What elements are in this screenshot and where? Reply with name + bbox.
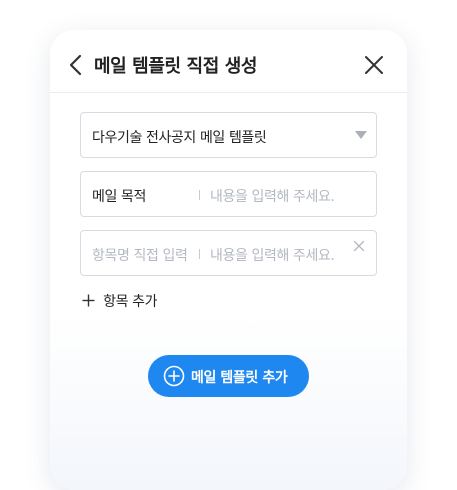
field-divider	[199, 249, 200, 259]
add-item-button[interactable]: 항목 추가	[82, 290, 157, 310]
template-select-value: 다우기술 전사공지 메일 템플릿	[92, 130, 267, 146]
template-create-dialog: 메일 템플릿 직접 생성 다우기술 전사공지 메일 템플릿 메일 목적 내용을 …	[50, 30, 407, 490]
chevron-left-icon	[69, 54, 82, 76]
item-value-input[interactable]: 내용을 입력해 주세요.	[210, 245, 335, 265]
mail-purpose-row: 메일 목적 내용을 입력해 주세요.	[80, 171, 377, 217]
add-template-button[interactable]: 메일 템플릿 추가	[148, 355, 309, 397]
mail-purpose-label: 메일 목적	[92, 189, 146, 205]
close-icon	[365, 56, 383, 74]
mail-purpose-input[interactable]: 내용을 입력해 주세요.	[210, 186, 335, 206]
add-item-label: 항목 추가	[103, 293, 158, 310]
dialog-title: 메일 템플릿 직접 생성	[94, 56, 258, 77]
dialog-header: 메일 템플릿 직접 생성	[50, 30, 407, 93]
plus-icon	[82, 294, 95, 307]
add-template-label: 메일 템플릿 추가	[191, 370, 288, 386]
caret-down-icon	[355, 131, 367, 139]
close-button[interactable]	[363, 54, 385, 76]
item-name-input[interactable]: 항목명 직접 입력	[92, 245, 188, 265]
back-button[interactable]	[68, 53, 84, 77]
custom-item-row: 항목명 직접 입력 내용을 입력해 주세요.	[80, 230, 377, 276]
clear-icon	[353, 240, 365, 252]
template-select[interactable]: 다우기술 전사공지 메일 템플릿	[80, 112, 377, 158]
circle-plus-icon	[163, 365, 185, 387]
field-divider	[199, 190, 200, 200]
remove-item-button[interactable]	[353, 237, 365, 252]
